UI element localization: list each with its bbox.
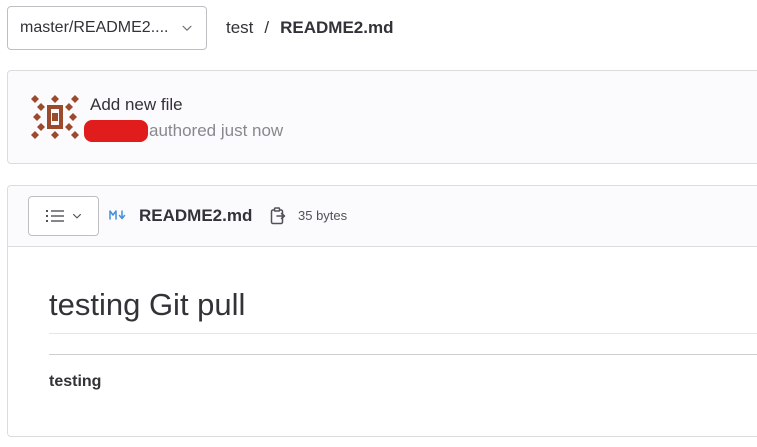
chevron-down-icon bbox=[72, 213, 81, 219]
last-commit-card: Add new file authored just now bbox=[7, 70, 757, 164]
list-icon bbox=[45, 210, 64, 222]
branch-selector-label: master/README2.... bbox=[20, 19, 169, 36]
readme-paragraph: testing bbox=[49, 373, 102, 390]
redacted-author-name bbox=[84, 120, 148, 142]
breadcrumb: test / README2.md bbox=[226, 17, 394, 39]
commit-meta: authored just now bbox=[84, 120, 283, 142]
file-header: README2.md 35 bytes bbox=[8, 186, 757, 247]
heading-underline bbox=[49, 333, 757, 334]
table-of-contents-button[interactable] bbox=[28, 196, 99, 236]
breadcrumb-current-file: README2.md bbox=[280, 18, 394, 37]
breadcrumb-project-link[interactable]: test bbox=[226, 18, 253, 38]
file-size: 35 bytes bbox=[298, 208, 348, 223]
avatar[interactable] bbox=[31, 93, 79, 141]
copy-path-icon[interactable] bbox=[270, 207, 286, 225]
readme-heading: testing Git pull bbox=[49, 287, 246, 322]
horizontal-rule bbox=[49, 354, 757, 355]
commit-authored-text: authored just now bbox=[149, 121, 284, 140]
chevron-down-icon bbox=[182, 25, 192, 31]
commit-title-link[interactable]: Add new file bbox=[90, 95, 183, 115]
breadcrumb-separator: / bbox=[264, 18, 270, 37]
file-name: README2.md bbox=[139, 206, 253, 225]
file-viewer: README2.md 35 bytes testing Git pull tes… bbox=[7, 185, 757, 437]
branch-selector[interactable]: master/README2.... bbox=[7, 6, 207, 50]
markdown-icon bbox=[109, 210, 126, 220]
